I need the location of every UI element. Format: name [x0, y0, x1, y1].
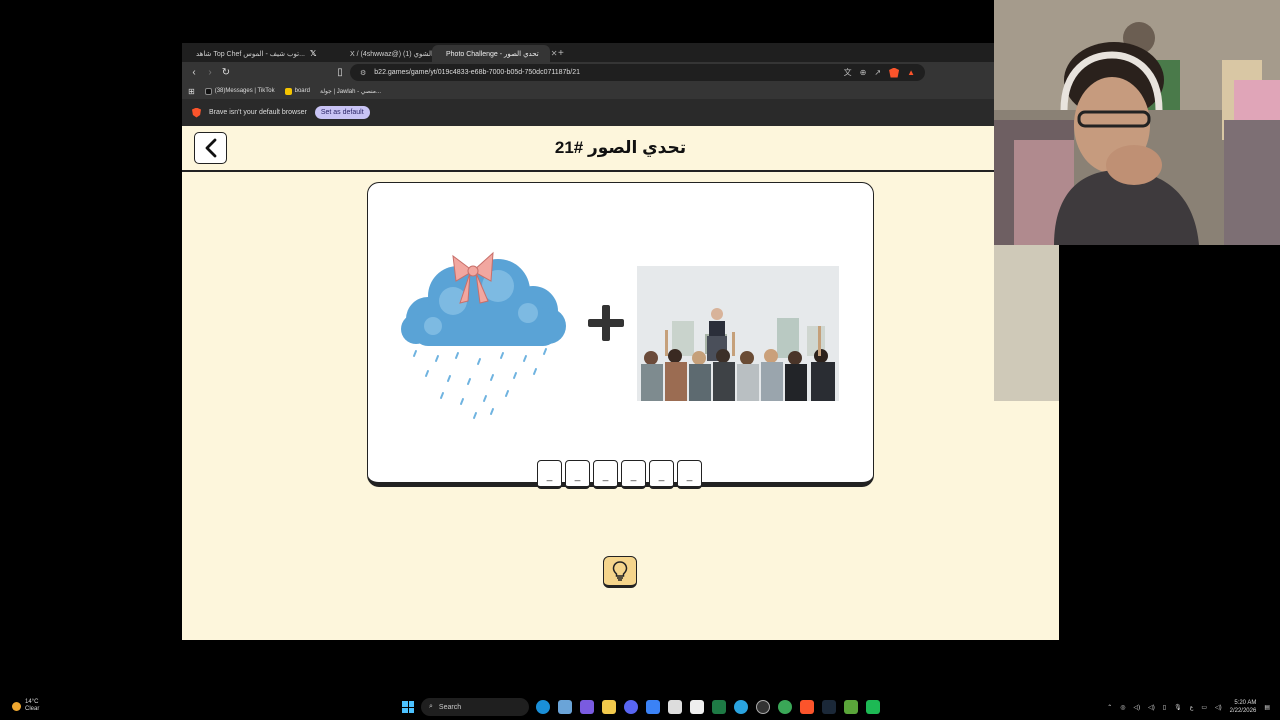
- discord-icon[interactable]: [624, 700, 638, 714]
- taskbar-search[interactable]: ⌕ Search: [421, 698, 529, 716]
- game-header: تحدي الصور #21: [182, 126, 1059, 172]
- address-bar[interactable]: ⚙ b22.games/game/yt/019c4833-e68b-7000-b…: [350, 64, 925, 81]
- url-text[interactable]: b22.games/game/yt/019c4833-e68b-7000-b05…: [374, 69, 580, 76]
- back-nav-icon[interactable]: ‹: [186, 67, 202, 78]
- tab-x-pinned[interactable]: 𝕏: [302, 45, 342, 62]
- page-title: تحدي الصور #21: [554, 138, 687, 157]
- file-explorer-icon[interactable]: [602, 700, 616, 714]
- brave-rewards-icon[interactable]: ▲: [907, 68, 915, 77]
- bookmark-icon[interactable]: ▯: [332, 67, 348, 78]
- search-label: Search: [438, 703, 462, 711]
- notification-icon[interactable]: ▤: [1264, 704, 1270, 711]
- clock-time: 5:20 AM: [1234, 700, 1257, 706]
- mic-icon[interactable]: 🎙: [1174, 704, 1182, 711]
- bookmark-board[interactable]: board: [284, 87, 310, 95]
- lightbulb-icon: [612, 561, 628, 581]
- letter-slot[interactable]: _: [621, 460, 646, 489]
- reload-icon[interactable]: ↻: [218, 67, 234, 78]
- chrome-icon[interactable]: [778, 700, 792, 714]
- translate-icon[interactable]: 文: [844, 67, 852, 78]
- letter-slot[interactable]: _: [537, 460, 562, 489]
- pinned-apps: [536, 700, 880, 714]
- clock-date: 2/22/2026: [1229, 708, 1257, 714]
- webcam-border-strip: [994, 245, 1059, 401]
- copilot-icon[interactable]: [580, 700, 594, 714]
- network-icon[interactable]: ▭: [1201, 704, 1207, 711]
- x-icon: 𝕏: [310, 49, 317, 58]
- toolbar: ‹ › ↻ ▯ ⚙ b22.games/game/yt/019c4833-e68…: [182, 62, 1059, 83]
- minecraft-icon[interactable]: [844, 700, 858, 714]
- zoom-icon[interactable]: ⊕: [860, 68, 867, 77]
- speaker-icon[interactable]: ◁): [1215, 704, 1222, 711]
- answer-letter-slots: _ _ _ _ _ _: [537, 460, 702, 489]
- volume-icon[interactable]: ◁): [1134, 704, 1141, 711]
- hint-button[interactable]: [603, 556, 637, 588]
- set-as-default-button[interactable]: Set as default: [314, 106, 370, 119]
- site-info-icon[interactable]: ⚙: [360, 69, 366, 77]
- clock[interactable]: 5:20 AM 2/22/2026: [1230, 699, 1257, 715]
- music-app-icon[interactable]: [866, 700, 880, 714]
- auction-photo: [637, 266, 839, 401]
- telegram-icon[interactable]: [734, 700, 748, 714]
- tiktok-icon: [204, 87, 212, 95]
- bookmark-label: board: [294, 88, 310, 94]
- bookmarks-bar: ⊞ (38)Messages | TikTok board جولة | Jaw…: [182, 83, 1059, 99]
- letter-slot[interactable]: _: [677, 460, 702, 489]
- search-icon: ⌕: [429, 703, 433, 710]
- default-browser-infobar: Brave isn't your default browser Set as …: [182, 99, 1059, 126]
- bookmark-label: (38)Messages | TikTok: [214, 88, 275, 94]
- forward-nav-icon[interactable]: ›: [202, 67, 218, 78]
- edge-icon[interactable]: [536, 700, 550, 714]
- app-icon[interactable]: [668, 700, 682, 714]
- obs-icon[interactable]: [756, 700, 770, 714]
- weather-text: 14°C Clear: [25, 699, 39, 713]
- board-icon: [284, 87, 292, 95]
- tab-photo-challenge[interactable]: Photo Challenge - تحدي الصور ✕: [432, 45, 557, 62]
- tab-strip: شاهد Top Chef توب شيف - الموس... 𝕏 X / (…: [182, 43, 1059, 62]
- game-page: تحدي الصور #21 _ _ _ _ _ _: [182, 126, 1059, 640]
- rain-cloud-image: [398, 241, 573, 421]
- tab-label: X / (4shwwaz@) الشوي (1): [350, 50, 433, 58]
- windows-start-icon[interactable]: [402, 701, 414, 713]
- system-tray: ⌃ ◎ ◁) ◁) ▯ 🎙 ع ▭ ◁) 5:20 AM 2/22/2026 ▤: [1107, 699, 1270, 715]
- bookmark-tiktok[interactable]: (38)Messages | TikTok: [204, 87, 275, 95]
- steam-icon[interactable]: [822, 700, 836, 714]
- share-icon[interactable]: ↗: [874, 68, 881, 77]
- letter-slot[interactable]: _: [649, 460, 674, 489]
- webcam-overlay: [994, 0, 1280, 245]
- letter-slot[interactable]: _: [593, 460, 618, 489]
- infobar-message: Brave isn't your default browser: [209, 109, 307, 116]
- notepad-icon[interactable]: [646, 700, 660, 714]
- tab-top-chef[interactable]: شاهد Top Chef توب شيف - الموس...: [182, 45, 305, 62]
- brave-shields-icon[interactable]: [889, 67, 900, 78]
- weather-widget[interactable]: 14°C Clear: [12, 699, 39, 713]
- screen: شاهد Top Chef توب شيف - الموس... 𝕏 X / (…: [0, 0, 1280, 720]
- tab-x-profile[interactable]: X / (4shwwaz@) الشوي (1): [342, 45, 433, 62]
- brave-icon: [192, 107, 201, 118]
- letter-slot[interactable]: _: [565, 460, 590, 489]
- url-actions: 文 ⊕ ↗ ▲: [844, 67, 915, 78]
- browser-window: شاهد Top Chef توب شيف - الموس... 𝕏 X / (…: [182, 43, 1059, 640]
- tab-label: شاهد Top Chef توب شيف - الموس...: [196, 50, 305, 58]
- new-tab-button[interactable]: +: [550, 45, 572, 62]
- battery-icon[interactable]: ▯: [1163, 704, 1166, 711]
- weather-temp: 14°C: [25, 699, 39, 705]
- excel-icon[interactable]: [712, 700, 726, 714]
- weather-icon: [12, 701, 21, 711]
- bookmark-label: جولة | Jawlah - منصي...: [319, 88, 381, 95]
- language-indicator[interactable]: ع: [1190, 704, 1194, 711]
- weather-desc: Clear: [25, 706, 40, 712]
- camera-app-icon[interactable]: [690, 700, 704, 714]
- bookmark-jawlah[interactable]: جولة | Jawlah - منصي...: [320, 88, 381, 95]
- chevron-up-icon[interactable]: ⌃: [1107, 704, 1112, 711]
- plus-icon: [586, 303, 626, 343]
- monitor-app-icon[interactable]: [558, 700, 572, 714]
- tray-app-icon[interactable]: ◎: [1120, 704, 1125, 711]
- brave-app-icon[interactable]: [800, 700, 814, 714]
- puzzle-card: [367, 182, 874, 487]
- apps-grid-icon[interactable]: ⊞: [188, 87, 195, 96]
- windows-taskbar: 14°C Clear ⌕ Search ⌃ ◎ ◁) ◁) ▯ 🎙 ع ▭ ◁)…: [0, 696, 1280, 720]
- tray-icon[interactable]: ◁): [1148, 704, 1155, 711]
- tab-label: Photo Challenge - تحدي الصور: [446, 50, 539, 58]
